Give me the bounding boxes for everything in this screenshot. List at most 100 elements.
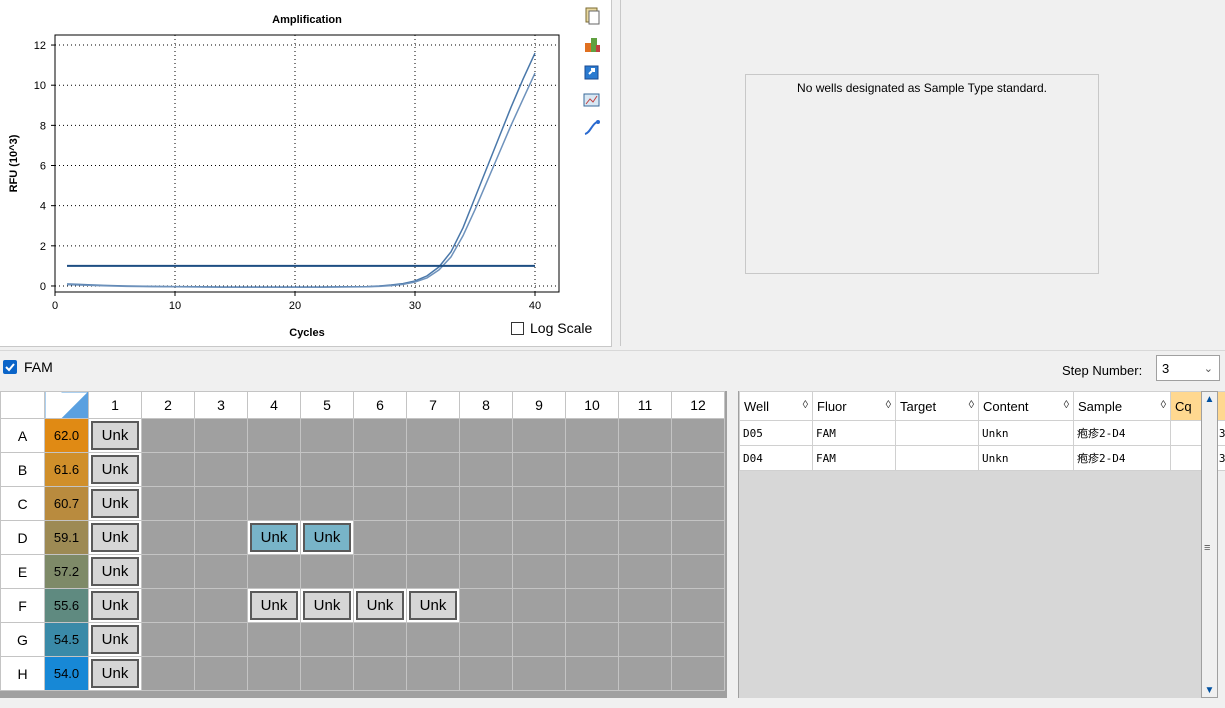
scroll-down-button[interactable]: ▼ [1202, 683, 1217, 697]
plate-well[interactable] [618, 622, 672, 657]
plate-column-header[interactable]: 9 [512, 391, 566, 419]
plate-well[interactable] [353, 452, 407, 487]
plate-well[interactable]: Unk [88, 656, 142, 691]
sort-icon[interactable]: ◊ [803, 399, 808, 411]
plate-well[interactable] [565, 622, 619, 657]
grid-cell[interactable] [895, 445, 979, 471]
plate-well[interactable] [300, 656, 354, 691]
plate-well[interactable] [141, 622, 195, 657]
plate-well[interactable] [565, 588, 619, 623]
plate-well[interactable] [300, 486, 354, 521]
plate-well[interactable] [671, 520, 725, 555]
plate-column-header[interactable]: 5 [300, 391, 354, 419]
plate-well[interactable] [565, 554, 619, 589]
amplification-chart[interactable]: 0 10 20 30 40 0 2 4 6 8 10 12 Amplification Cycles RFU… [0, 0, 611, 346]
plate-well[interactable] [459, 520, 513, 555]
plate-well[interactable] [141, 554, 195, 589]
plate-column-header[interactable]: 6 [353, 391, 407, 419]
plate-well[interactable] [618, 452, 672, 487]
plate-well[interactable] [194, 622, 248, 657]
grid-column-header[interactable]: Target ◊ [895, 391, 979, 421]
plate-well[interactable] [459, 418, 513, 453]
plate-well[interactable] [353, 486, 407, 521]
plate-well[interactable] [512, 622, 566, 657]
plate-well[interactable] [671, 588, 725, 623]
plate-row-header[interactable]: E [0, 554, 45, 589]
plate-well[interactable] [459, 452, 513, 487]
plate-well[interactable] [618, 588, 672, 623]
copy-icon[interactable] [582, 6, 602, 26]
well-sample-type[interactable]: Unk [91, 591, 139, 620]
plate-well[interactable] [565, 418, 619, 453]
plate-well[interactable] [512, 486, 566, 521]
plate-well[interactable] [194, 486, 248, 521]
plate-well[interactable] [194, 520, 248, 555]
well-sample-type[interactable]: Unk [91, 421, 139, 450]
plate-well[interactable]: Unk [353, 588, 407, 623]
plate-well[interactable] [671, 486, 725, 521]
plate-well[interactable]: Unk [88, 486, 142, 521]
plate-well[interactable] [512, 554, 566, 589]
plate-well[interactable] [618, 486, 672, 521]
grid-column-header[interactable]: Fluor ◊ [812, 391, 896, 421]
plate-well[interactable] [300, 452, 354, 487]
plate-well[interactable] [671, 418, 725, 453]
grid-column-header[interactable]: Sample ◊ [1073, 391, 1171, 421]
grid-cell[interactable]: FAM [812, 445, 896, 471]
plate-well[interactable]: Unk [247, 588, 301, 623]
grid-cell[interactable]: FAM [812, 420, 896, 446]
plate-well[interactable] [247, 452, 301, 487]
plate-well[interactable] [459, 588, 513, 623]
sort-icon[interactable]: ◊ [1161, 399, 1166, 411]
plate-well[interactable] [194, 452, 248, 487]
well-sample-type[interactable]: Unk [91, 625, 139, 654]
threshold-icon[interactable] [582, 118, 602, 138]
color-settings-icon[interactable] [582, 34, 602, 54]
well-sample-type[interactable]: Unk [91, 659, 139, 688]
well-sample-type[interactable]: Unk [303, 523, 351, 552]
grid-vertical-scrollbar[interactable]: ▲ ≡ ▼ [1201, 391, 1218, 698]
well-sample-type[interactable]: Unk [91, 489, 139, 518]
plate-well[interactable] [353, 656, 407, 691]
grid-cell[interactable]: Unkn [978, 445, 1074, 471]
plate-row-header[interactable]: D [0, 520, 45, 555]
well-sample-type[interactable]: Unk [91, 557, 139, 586]
grid-cell[interactable]: Unkn [978, 420, 1074, 446]
plate-well[interactable] [671, 622, 725, 657]
plate-well[interactable] [353, 418, 407, 453]
grid-column-header[interactable]: Well ◊ [739, 391, 813, 421]
plate-well[interactable] [406, 554, 460, 589]
plate-well[interactable] [565, 486, 619, 521]
plate-well[interactable] [406, 656, 460, 691]
plate-well[interactable] [300, 554, 354, 589]
well-sample-type[interactable]: Unk [91, 455, 139, 484]
chart-options-icon[interactable] [582, 90, 602, 110]
plate-well[interactable] [618, 418, 672, 453]
plate-well[interactable] [459, 554, 513, 589]
plate-column-header[interactable]: 3 [194, 391, 248, 419]
plate-well[interactable] [406, 452, 460, 487]
plate-well[interactable]: Unk [300, 520, 354, 555]
log-scale-checkbox[interactable] [511, 321, 524, 335]
plate-column-header[interactable]: 12 [671, 391, 725, 419]
plate-well[interactable]: Unk [88, 520, 142, 555]
plate-well[interactable]: Unk [300, 588, 354, 623]
horizontal-splitter[interactable] [727, 391, 738, 698]
sort-icon[interactable]: ◊ [886, 399, 891, 411]
plate-well[interactable] [406, 622, 460, 657]
plate-well[interactable]: Unk [88, 622, 142, 657]
plate-column-header[interactable]: 2 [141, 391, 195, 419]
sort-icon[interactable]: ◊ [1064, 399, 1069, 411]
grid-column-header[interactable]: Content ◊ [978, 391, 1074, 421]
plate-well[interactable] [353, 622, 407, 657]
plate-row-header[interactable]: C [0, 486, 45, 521]
plate-well[interactable]: Unk [247, 520, 301, 555]
plate-well[interactable]: Unk [88, 452, 142, 487]
plate-well[interactable] [141, 418, 195, 453]
grid-cell[interactable]: D05 [739, 420, 813, 446]
grid-cell[interactable]: 疱疹2-D4 [1073, 445, 1171, 471]
plate-row-header[interactable]: A [0, 418, 45, 453]
plate-well[interactable] [353, 554, 407, 589]
plate-well[interactable] [671, 656, 725, 691]
plate-well[interactable] [512, 418, 566, 453]
